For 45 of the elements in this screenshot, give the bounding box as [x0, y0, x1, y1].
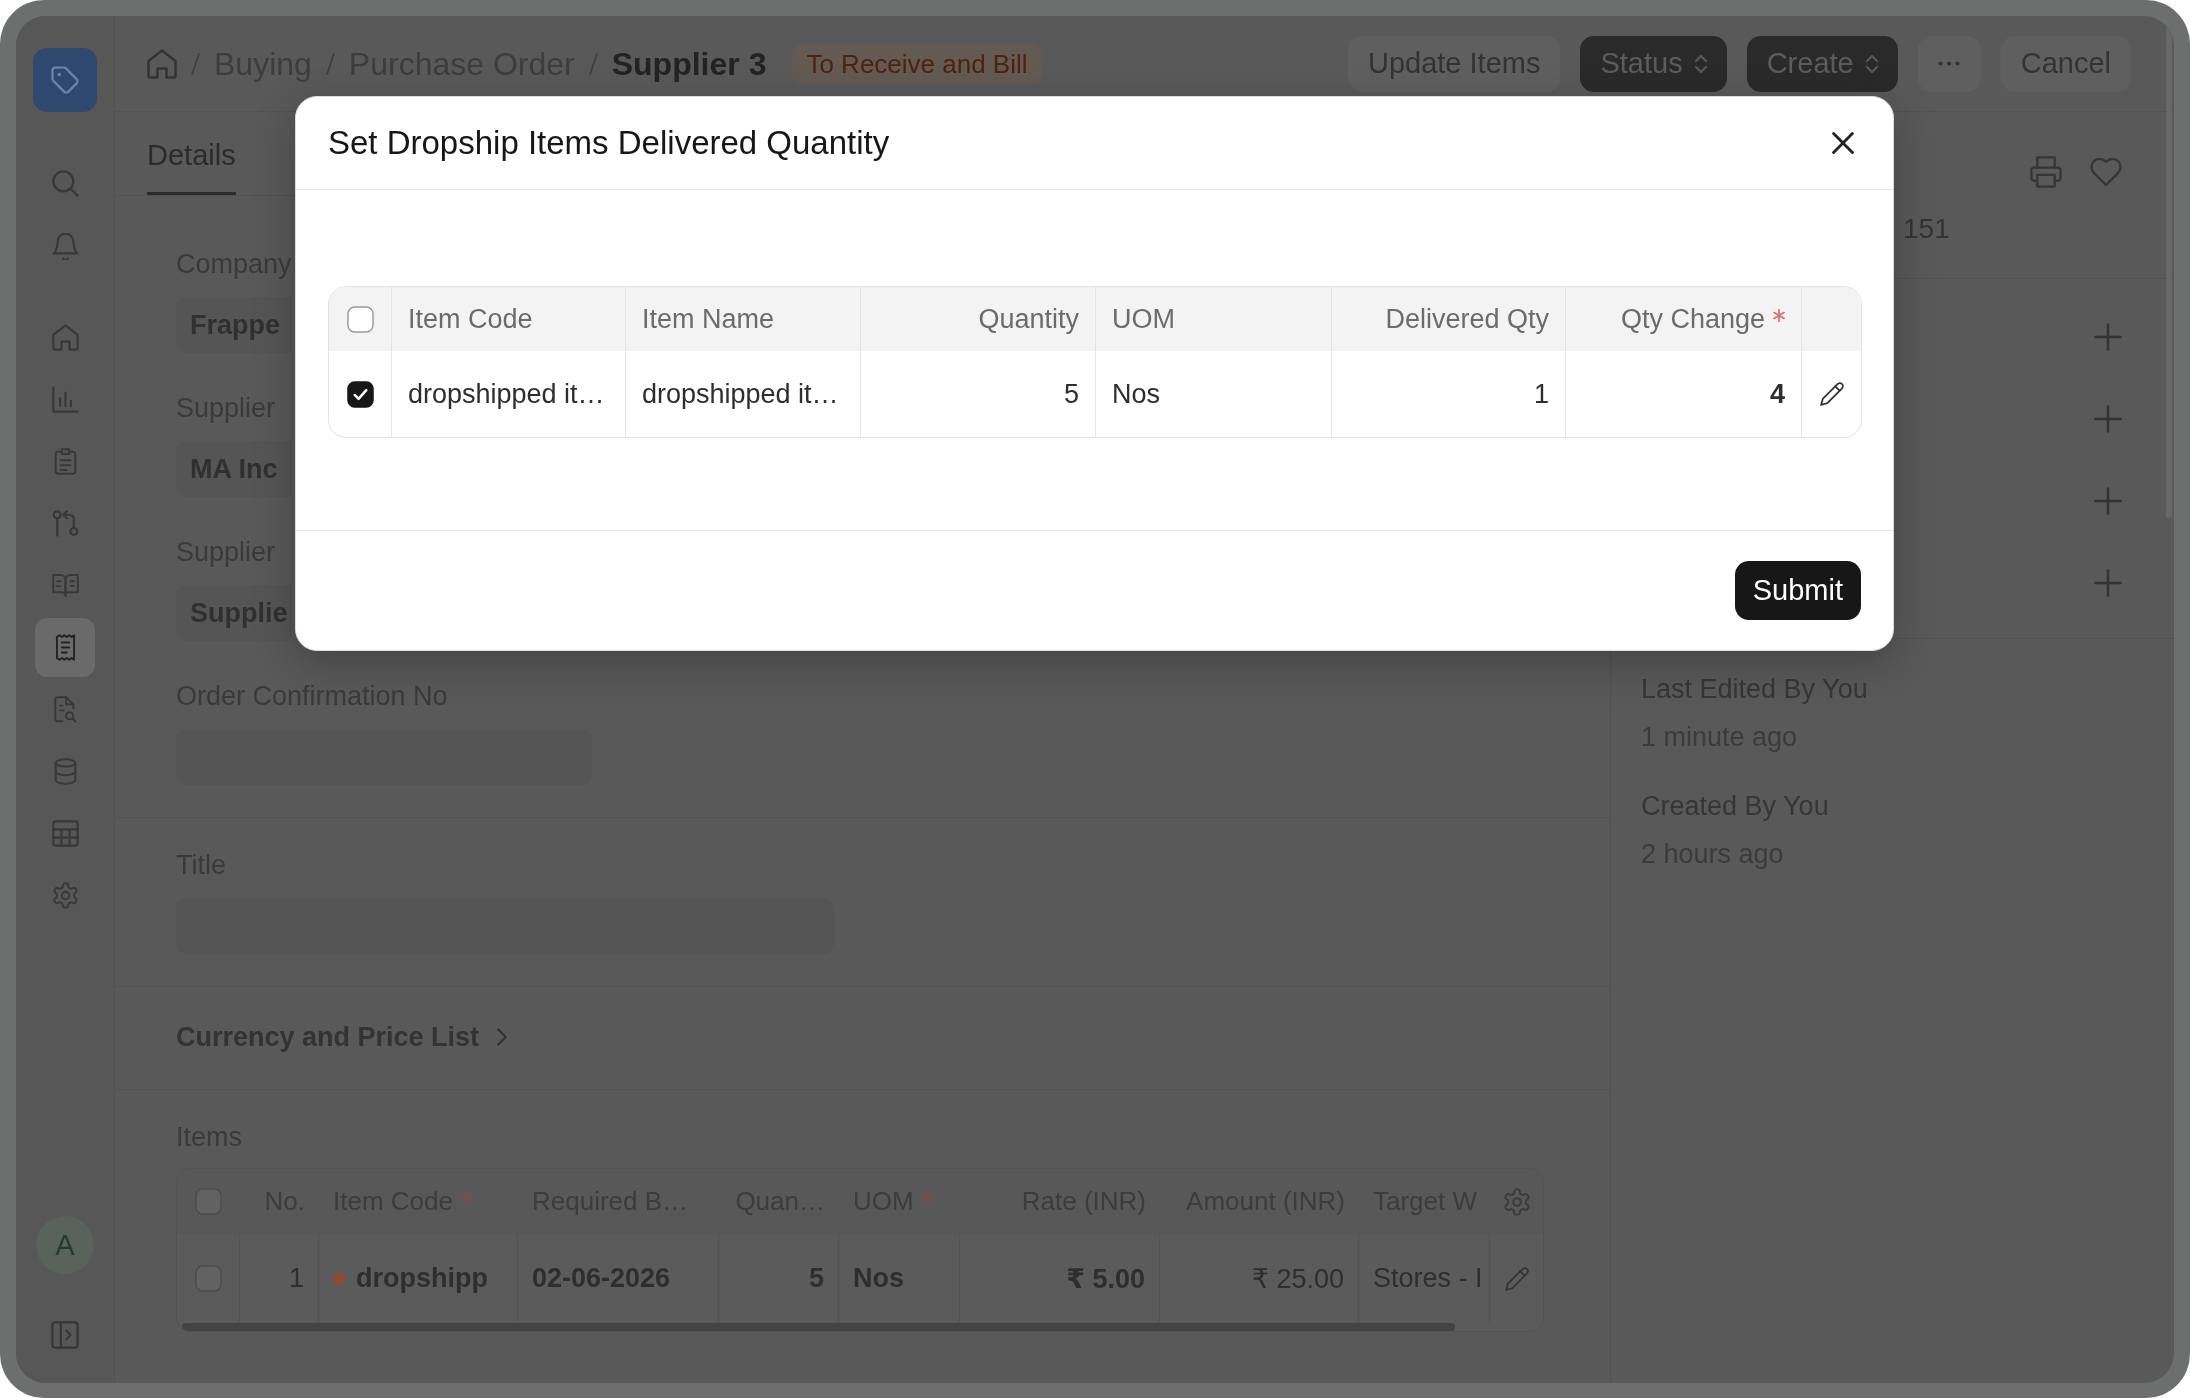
checkbox[interactable]	[346, 305, 374, 333]
avatar-button[interactable]: A	[36, 1216, 94, 1274]
table-cell: dropshipped it…	[625, 351, 860, 437]
scrollbar-thumb[interactable]	[182, 1323, 1455, 1331]
plus-icon[interactable]	[2094, 405, 2122, 433]
table-cell: 4	[1565, 351, 1801, 437]
sidebar-toggle-icon[interactable]	[51, 1321, 79, 1349]
printer-icon[interactable]	[2030, 156, 2062, 188]
close-icon[interactable]	[1832, 132, 1854, 154]
settings-icon	[51, 882, 79, 909]
open-book-icon	[51, 572, 79, 599]
home-icon	[51, 324, 79, 351]
bar-chart-icon	[51, 386, 79, 413]
chevrons-up-down-icon	[1865, 53, 1878, 74]
more-icon	[1938, 61, 1961, 66]
table-cell: 5	[860, 351, 1095, 437]
plus-icon[interactable]	[2094, 487, 2122, 515]
column-header: Quantity	[978, 303, 1079, 335]
more-button[interactable]	[1917, 35, 1981, 92]
search-icon	[51, 170, 79, 197]
table-cell: Nos	[1095, 351, 1331, 437]
table-cell: 1	[1331, 351, 1565, 437]
checkbox[interactable]	[346, 380, 374, 408]
sidebar-item[interactable]	[35, 618, 95, 677]
column-header: Delivered Qty	[1385, 303, 1549, 335]
table-cell: dropshipped it…	[391, 351, 625, 437]
table-icon	[51, 820, 79, 847]
settings-icon[interactable]	[1503, 1187, 1530, 1216]
plus-icon[interactable]	[2094, 569, 2122, 597]
column-header: UOM	[1112, 303, 1175, 335]
chevrons-up-down-icon	[1694, 53, 1707, 74]
column-header: Item Name	[642, 303, 775, 335]
status-badge: To Receive and Bill	[792, 43, 1042, 84]
branch-icon	[51, 510, 79, 537]
pencil-icon[interactable]	[1819, 382, 1844, 406]
file-search-icon	[51, 696, 79, 723]
column-header: Qty Change	[1620, 303, 1765, 335]
bell-icon	[51, 233, 79, 260]
home-icon[interactable]	[147, 48, 177, 79]
heart-icon[interactable]	[2090, 156, 2122, 188]
column-header: Item Code	[408, 303, 533, 335]
dialog-title: Set Dropship Items Delivered Quantity	[328, 124, 890, 162]
submit-button[interactable]: Submit	[1734, 561, 1861, 620]
plus-icon[interactable]	[2094, 323, 2122, 351]
tag-icon[interactable]	[33, 48, 97, 112]
